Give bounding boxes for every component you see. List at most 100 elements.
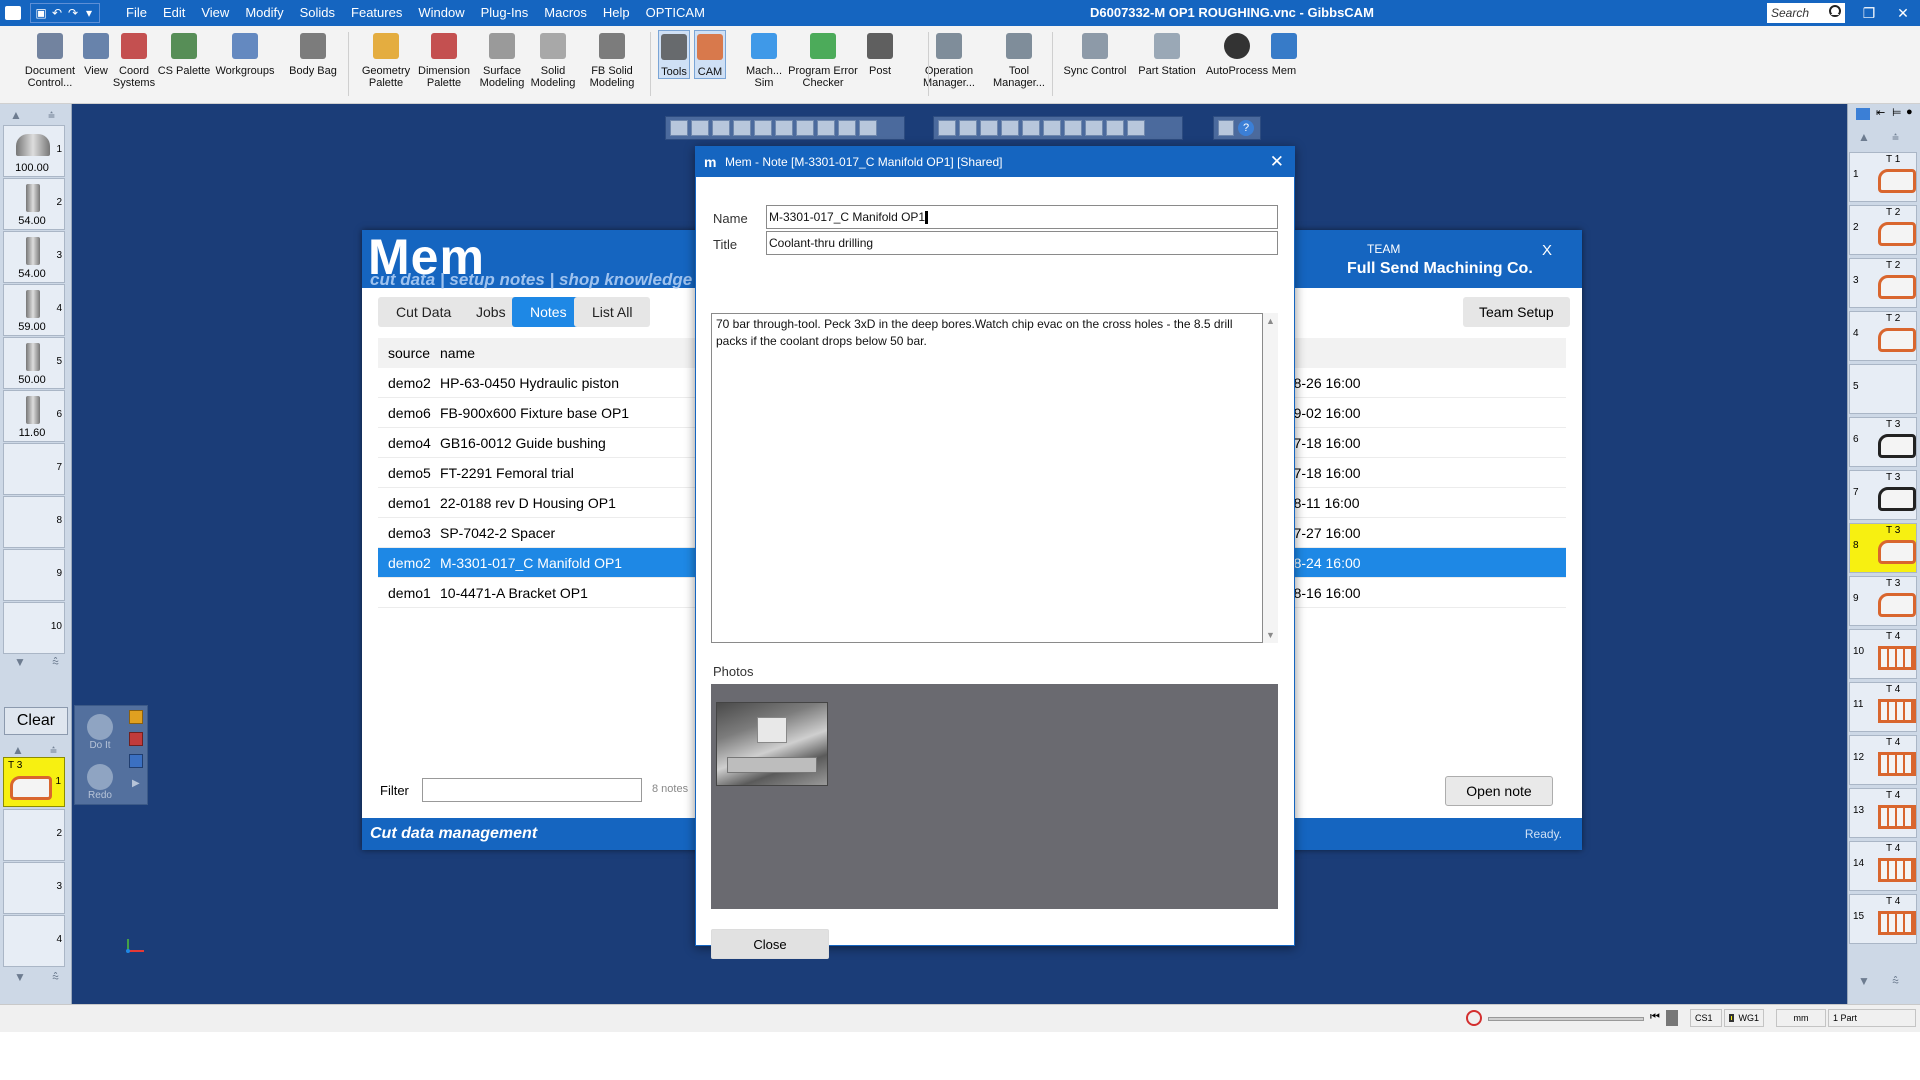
render-mode-icon[interactable]	[959, 120, 977, 136]
tool-tile[interactable]: 8	[3, 496, 65, 548]
chevron-down-icon[interactable]: ▾	[82, 6, 96, 20]
menu-item-help[interactable]: Help	[595, 0, 638, 26]
autoprocess-button[interactable]: AutoProcess	[1206, 30, 1268, 77]
scroll-down-icon[interactable]: ▼	[1858, 974, 1870, 988]
units-indicator[interactable]: mm	[1776, 1009, 1826, 1027]
render-mode-icon[interactable]	[938, 120, 956, 136]
title-field[interactable]: Coolant-thru drilling	[766, 231, 1278, 255]
minimize-icon[interactable]: –	[1818, 0, 1852, 26]
mem-button[interactable]: Mem	[1268, 30, 1300, 77]
delete-icon[interactable]	[129, 732, 143, 746]
app-icon[interactable]	[0, 0, 26, 26]
scroll-top-icon[interactable]: ⩮	[1892, 130, 1899, 145]
tool-tile[interactable]: 50.00 5	[3, 337, 65, 389]
body-bag-button[interactable]: Body Bag	[282, 30, 344, 77]
clear-button[interactable]: Clear	[4, 707, 68, 735]
photos-area[interactable]	[711, 684, 1278, 909]
op-scroll-top-icon[interactable]: ⩮	[50, 743, 57, 758]
menu-item-solids[interactable]: Solids	[292, 0, 343, 26]
view-mode-icon[interactable]	[817, 120, 835, 136]
column-name[interactable]: name	[440, 345, 475, 361]
operation-tile[interactable]: 1 T 1	[1849, 152, 1917, 202]
op-slot[interactable]: 4	[3, 915, 65, 967]
solid-modeling-button[interactable]: Solid Modeling	[528, 30, 578, 89]
tool-tile[interactable]: 59.00 4	[3, 284, 65, 336]
menu-item-modify[interactable]: Modify	[237, 0, 291, 26]
view-mode-icon[interactable]	[712, 120, 730, 136]
folder-icon[interactable]	[129, 710, 143, 724]
wg-indicator[interactable]: WG1	[1724, 1009, 1764, 1027]
menu-item-view[interactable]: View	[193, 0, 237, 26]
view-mode-icon[interactable]	[754, 120, 772, 136]
post-button[interactable]: Post	[862, 30, 898, 77]
operation-tile[interactable]: 2 T 2	[1849, 205, 1917, 255]
op-slot[interactable]: 3	[3, 862, 65, 914]
save-icon[interactable]: ▣	[34, 6, 48, 20]
filter-icon[interactable]: ⊨	[1892, 106, 1902, 119]
operation-tile[interactable]: 14 T 4	[1849, 841, 1917, 891]
operation-manager-button[interactable]: Operation Manager...	[916, 30, 982, 89]
tool-tile[interactable]: 11.60 6	[3, 390, 65, 442]
operation-tile[interactable]: 15 T 4	[1849, 894, 1917, 944]
operation-tile[interactable]: 8 T 3	[1849, 523, 1917, 573]
current-operation-tile[interactable]: T 3 1	[3, 757, 65, 807]
scroll-top-icon[interactable]: ⩮	[48, 108, 55, 123]
scroll-up-icon[interactable]: ▲	[10, 108, 22, 122]
tool-manager-button[interactable]: Tool Manager...	[986, 30, 1052, 89]
view-mode-icon[interactable]	[838, 120, 856, 136]
edit-icon[interactable]	[129, 754, 143, 768]
op-scroll-down-icon[interactable]: ▼	[14, 970, 26, 984]
render-mode-icon[interactable]	[1064, 120, 1082, 136]
machine-sim-button[interactable]: Mach... Sim	[746, 30, 782, 89]
dimension-palette-button[interactable]: Dimension Palette	[416, 30, 472, 89]
render-mode-icon[interactable]	[980, 120, 998, 136]
operation-tile[interactable]: 5	[1849, 364, 1917, 414]
render-mode-icon[interactable]	[1001, 120, 1019, 136]
scroll-bottom-icon[interactable]: ⩯	[1892, 974, 1899, 989]
operation-tile[interactable]: 11 T 4	[1849, 682, 1917, 732]
user-icon[interactable]: ●	[1906, 106, 1913, 118]
operation-tile[interactable]: 13 T 4	[1849, 788, 1917, 838]
op-slot[interactable]: 2	[3, 809, 65, 861]
tool-tile[interactable]: 9	[3, 549, 65, 601]
menu-item-plug-ins[interactable]: Plug-Ins	[473, 0, 537, 26]
close-icon[interactable]: ✕	[1270, 152, 1284, 172]
note-body-textarea[interactable]: 70 bar through-tool. Peck 3xD in the dee…	[711, 313, 1263, 643]
menu-item-features[interactable]: Features	[343, 0, 410, 26]
geometry-palette-button[interactable]: Geometry Palette	[358, 30, 414, 89]
restore-icon[interactable]: ❐	[1852, 0, 1886, 26]
operation-tile[interactable]: 6 T 3	[1849, 417, 1917, 467]
note-body-scrollbar[interactable]: ▲ ▼	[1263, 313, 1278, 643]
redo-button[interactable]: Redo	[83, 764, 117, 801]
progress-slider[interactable]	[1488, 1017, 1644, 1021]
open-note-button[interactable]: Open note	[1445, 776, 1553, 806]
close-icon[interactable]: ✕	[1886, 0, 1920, 26]
split-icon[interactable]: ⇤	[1876, 106, 1885, 119]
undo-icon[interactable]: ↶	[50, 6, 64, 20]
operation-tile[interactable]: 10 T 4	[1849, 629, 1917, 679]
render-mode-icon[interactable]	[1106, 120, 1124, 136]
cam-button[interactable]: CAM	[694, 30, 726, 79]
view-mode-icon[interactable]	[670, 120, 688, 136]
surface-modeling-button[interactable]: Surface Modeling	[474, 30, 530, 89]
view-mode-icon[interactable]	[733, 120, 751, 136]
view-mode-icon[interactable]	[691, 120, 709, 136]
view-mode-icon[interactable]	[859, 120, 877, 136]
render-mode-icon[interactable]	[1085, 120, 1103, 136]
view-button[interactable]: View	[80, 30, 112, 77]
render-mode-icon[interactable]	[1127, 120, 1145, 136]
tool-tile[interactable]: 54.00 3	[3, 231, 65, 283]
operation-tile[interactable]: 4 T 2	[1849, 311, 1917, 361]
sync-control-button[interactable]: Sync Control	[1060, 30, 1130, 77]
scroll-up-icon[interactable]: ▲	[1266, 316, 1275, 326]
scroll-down-icon[interactable]: ▼	[1266, 630, 1275, 640]
part-station-button[interactable]: Part Station	[1134, 30, 1200, 77]
rewind-icon[interactable]: ⏮	[1650, 1011, 1660, 1024]
tool-tile[interactable]: 100.00 1	[3, 125, 65, 177]
help-icon[interactable]: ?	[1238, 120, 1254, 136]
view-mode-icon[interactable]	[775, 120, 793, 136]
filter-input[interactable]	[422, 778, 642, 802]
scroll-up-icon[interactable]: ▲	[1858, 130, 1870, 144]
render-mode-icon[interactable]	[1043, 120, 1061, 136]
program-error-checker-button[interactable]: Program Error Checker	[788, 30, 858, 89]
